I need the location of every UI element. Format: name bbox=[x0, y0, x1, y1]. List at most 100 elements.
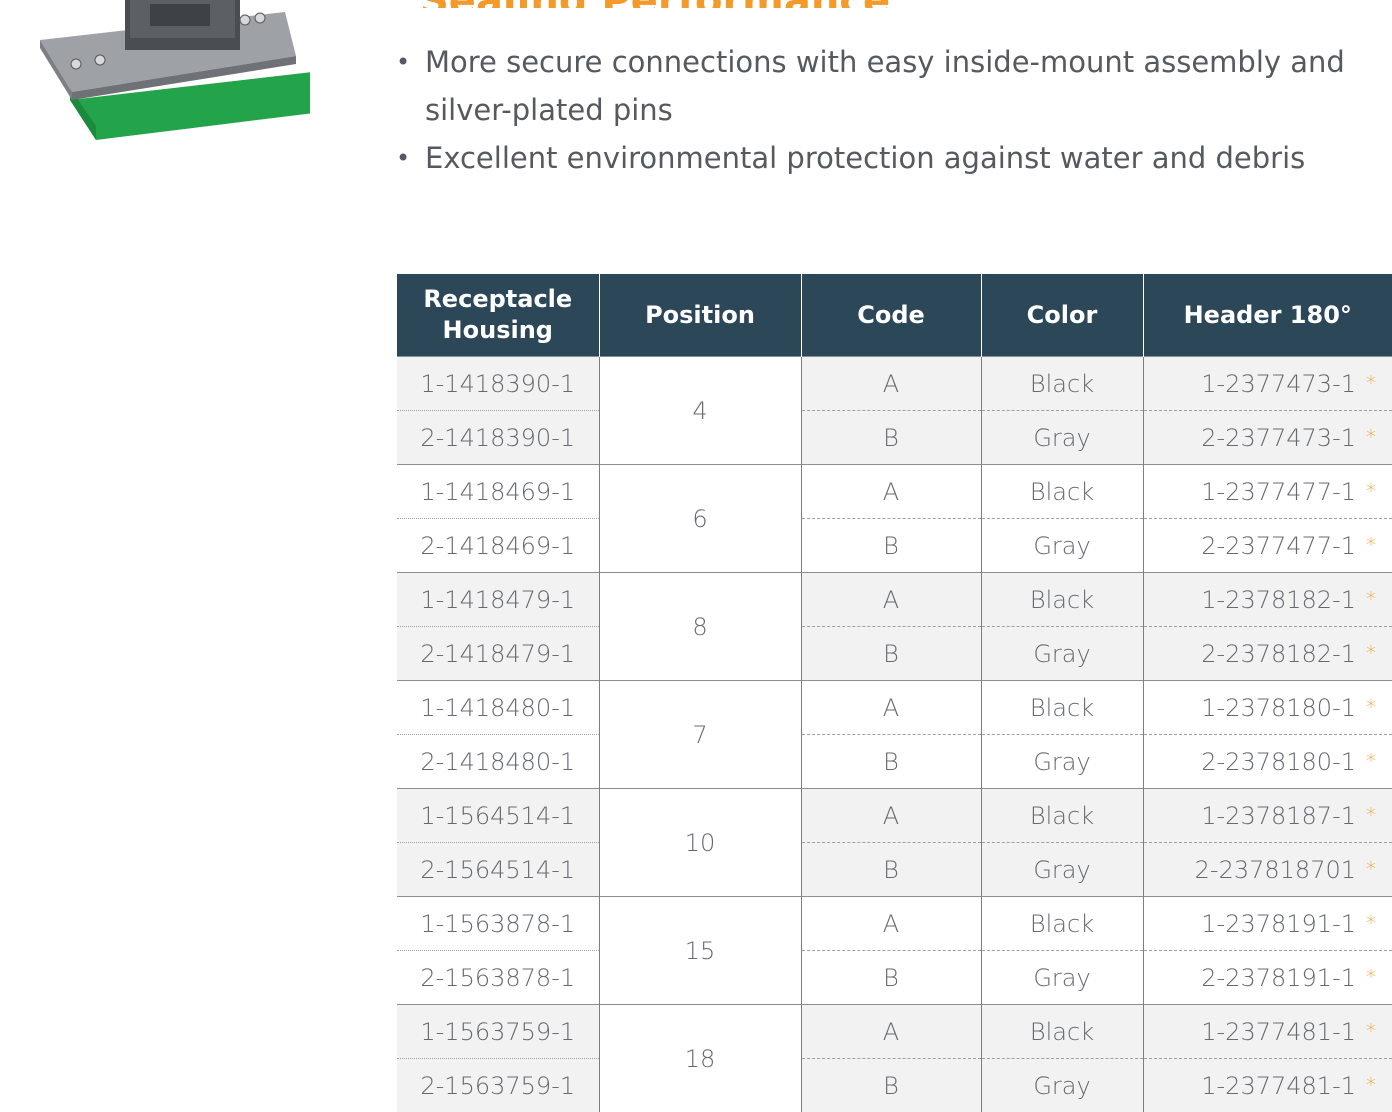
cell-color: Gray bbox=[981, 843, 1143, 897]
cell-receptacle-housing: 1-1418480-1 bbox=[397, 681, 599, 735]
cell-receptacle-housing: 2-1564514-1 bbox=[397, 843, 599, 897]
cell-code: B bbox=[801, 843, 981, 897]
header-part-number: 1-2378182-1 bbox=[1201, 586, 1356, 614]
star-icon: * bbox=[1366, 1073, 1376, 1097]
star-icon: * bbox=[1366, 911, 1376, 935]
header-part-number: 2-2378182-1 bbox=[1201, 640, 1356, 668]
cell-position: 4 bbox=[599, 357, 801, 465]
cell-header-180: 1-2377477-1* bbox=[1143, 465, 1392, 519]
header-part-number: 1-2377481-1 bbox=[1201, 1072, 1356, 1100]
cell-position: 7 bbox=[599, 681, 801, 789]
cell-code: A bbox=[801, 573, 981, 627]
header-part-number: 1-2378191-1 bbox=[1201, 910, 1356, 938]
cell-header-180: 2-2378182-1 * bbox=[1143, 627, 1392, 681]
column-header-receptacle: Receptacle Housing bbox=[397, 274, 599, 357]
cell-code: A bbox=[801, 465, 981, 519]
cell-color: Black bbox=[981, 357, 1143, 411]
cell-color: Gray bbox=[981, 519, 1143, 573]
cell-code: B bbox=[801, 411, 981, 465]
cell-color: Black bbox=[981, 573, 1143, 627]
header-part-number: 1-2377473-1 bbox=[1201, 370, 1356, 398]
cell-color: Gray bbox=[981, 627, 1143, 681]
header-part-number: 1-2378187-1 bbox=[1201, 802, 1356, 830]
table-row: 1-1418480-17ABlack1-2378180-1* bbox=[397, 681, 1392, 735]
table-row: 2-1418480-1BGray2-2378180-1* bbox=[397, 735, 1392, 789]
cell-receptacle-housing: 2-1418479-1 bbox=[397, 627, 599, 681]
table-row: 2-1418390-1 BGray 2-2377473-1 * bbox=[397, 411, 1392, 465]
star-icon: * bbox=[1366, 749, 1376, 773]
cell-position: 10 bbox=[599, 789, 801, 897]
star-icon: * bbox=[1366, 371, 1376, 395]
header-part-number: 2-2378191-1 bbox=[1201, 964, 1356, 992]
cell-receptacle-housing: 1-1418479-1 bbox=[397, 573, 599, 627]
cell-color: Black bbox=[981, 681, 1143, 735]
feature-bullet: • More secure connections with easy insi… bbox=[392, 38, 1352, 134]
cell-color: Black bbox=[981, 897, 1143, 951]
cell-receptacle-housing: 2-1418390-1 bbox=[397, 411, 599, 465]
header-part-number: 2-237818701 bbox=[1195, 856, 1356, 884]
feature-bullet-text: Excellent environmental protection again… bbox=[425, 141, 1305, 175]
cell-header-180: 1-2377481-1* bbox=[1143, 1005, 1392, 1059]
feature-bullet-list: • More secure connections with easy insi… bbox=[392, 38, 1352, 182]
cell-code: B bbox=[801, 735, 981, 789]
star-icon: * bbox=[1366, 803, 1376, 827]
cell-code: B bbox=[801, 627, 981, 681]
cell-color: Gray bbox=[981, 411, 1143, 465]
connector-product-image bbox=[30, 0, 310, 150]
star-icon: * bbox=[1366, 425, 1376, 449]
cell-color: Gray bbox=[981, 735, 1143, 789]
star-icon: * bbox=[1366, 641, 1376, 665]
column-header-header-180: Header 180° bbox=[1143, 274, 1392, 357]
table-row: 1-1564514-110ABlack1-2378187-1* bbox=[397, 789, 1392, 843]
cell-header-180: 1-2378191-1 * bbox=[1143, 897, 1392, 951]
cell-receptacle-housing: 2-1563878-1 bbox=[397, 951, 599, 1005]
header-part-number: 2-2377477-1 bbox=[1201, 532, 1356, 560]
cell-color: Black bbox=[981, 465, 1143, 519]
star-icon: * bbox=[1366, 587, 1376, 611]
table-row: 1-1563878-115ABlack1-2378191-1* bbox=[397, 897, 1392, 951]
star-icon: * bbox=[1366, 479, 1376, 503]
column-header-color: Color bbox=[981, 274, 1143, 357]
cell-receptacle-housing: 2-1418469-1 bbox=[397, 519, 599, 573]
table-row: 2-1418469-1BGray2-2377477-1* bbox=[397, 519, 1392, 573]
star-icon: * bbox=[1366, 857, 1376, 881]
table-row: 1-1418469-16ABlack1-2377477-1* bbox=[397, 465, 1392, 519]
cell-code: B bbox=[801, 951, 981, 1005]
cell-receptacle-housing: 1-1418390-1 bbox=[397, 357, 599, 411]
feature-bullet-text: More secure connections with easy inside… bbox=[425, 45, 1345, 127]
cell-position: 8 bbox=[599, 573, 801, 681]
cell-header-180: 2-2377473-1 * bbox=[1143, 411, 1392, 465]
table-row: 2-1563878-1 BGray2-2378191-1* bbox=[397, 951, 1392, 1005]
cell-header-180: 1-2378182-1 * bbox=[1143, 573, 1392, 627]
cell-receptacle-housing: 1-1563878-1 bbox=[397, 897, 599, 951]
header-part-number: 2-2377473-1 bbox=[1201, 424, 1356, 452]
cell-header-180: 1-2377473-1 * bbox=[1143, 357, 1392, 411]
header-part-number: 2-2378180-1 bbox=[1201, 748, 1356, 776]
feature-bullet: • Excellent environmental protection aga… bbox=[392, 134, 1352, 182]
bullet-dot-icon: • bbox=[396, 134, 410, 182]
part-number-table: Receptacle Housing Position Code Color H… bbox=[397, 274, 1392, 1112]
header-part-number: 1-2378180-1 bbox=[1201, 694, 1356, 722]
cell-color: Black bbox=[981, 789, 1143, 843]
cell-color: Black bbox=[981, 1005, 1143, 1059]
cell-receptacle-housing: 1-1563759-1 bbox=[397, 1005, 599, 1059]
cell-code: A bbox=[801, 897, 981, 951]
cell-position: 15 bbox=[599, 897, 801, 1005]
column-header-position: Position bbox=[599, 274, 801, 357]
cell-color: Gray bbox=[981, 1059, 1143, 1112]
cell-code: B bbox=[801, 1059, 981, 1112]
table-row: 2-1564514-1 BGray 2-237818701 * bbox=[397, 843, 1392, 897]
cell-header-180: 2-2378191-1* bbox=[1143, 951, 1392, 1005]
cell-header-180: 2-2377477-1* bbox=[1143, 519, 1392, 573]
cell-header-180: 1-2377481-1 * bbox=[1143, 1059, 1392, 1112]
bullet-dot-icon: • bbox=[396, 38, 410, 86]
table-row: 1-1418479-18ABlack1-2378182-1* bbox=[397, 573, 1392, 627]
cell-color: Gray bbox=[981, 951, 1143, 1005]
cell-receptacle-housing: 2-1563759-1 bbox=[397, 1059, 599, 1112]
cell-code: A bbox=[801, 1005, 981, 1059]
cell-code: A bbox=[801, 789, 981, 843]
star-icon: * bbox=[1366, 1019, 1376, 1043]
cell-code: A bbox=[801, 681, 981, 735]
column-header-code: Code bbox=[801, 274, 981, 357]
table-row: 1-1563759-118ABlack1-2377481-1* bbox=[397, 1005, 1392, 1059]
